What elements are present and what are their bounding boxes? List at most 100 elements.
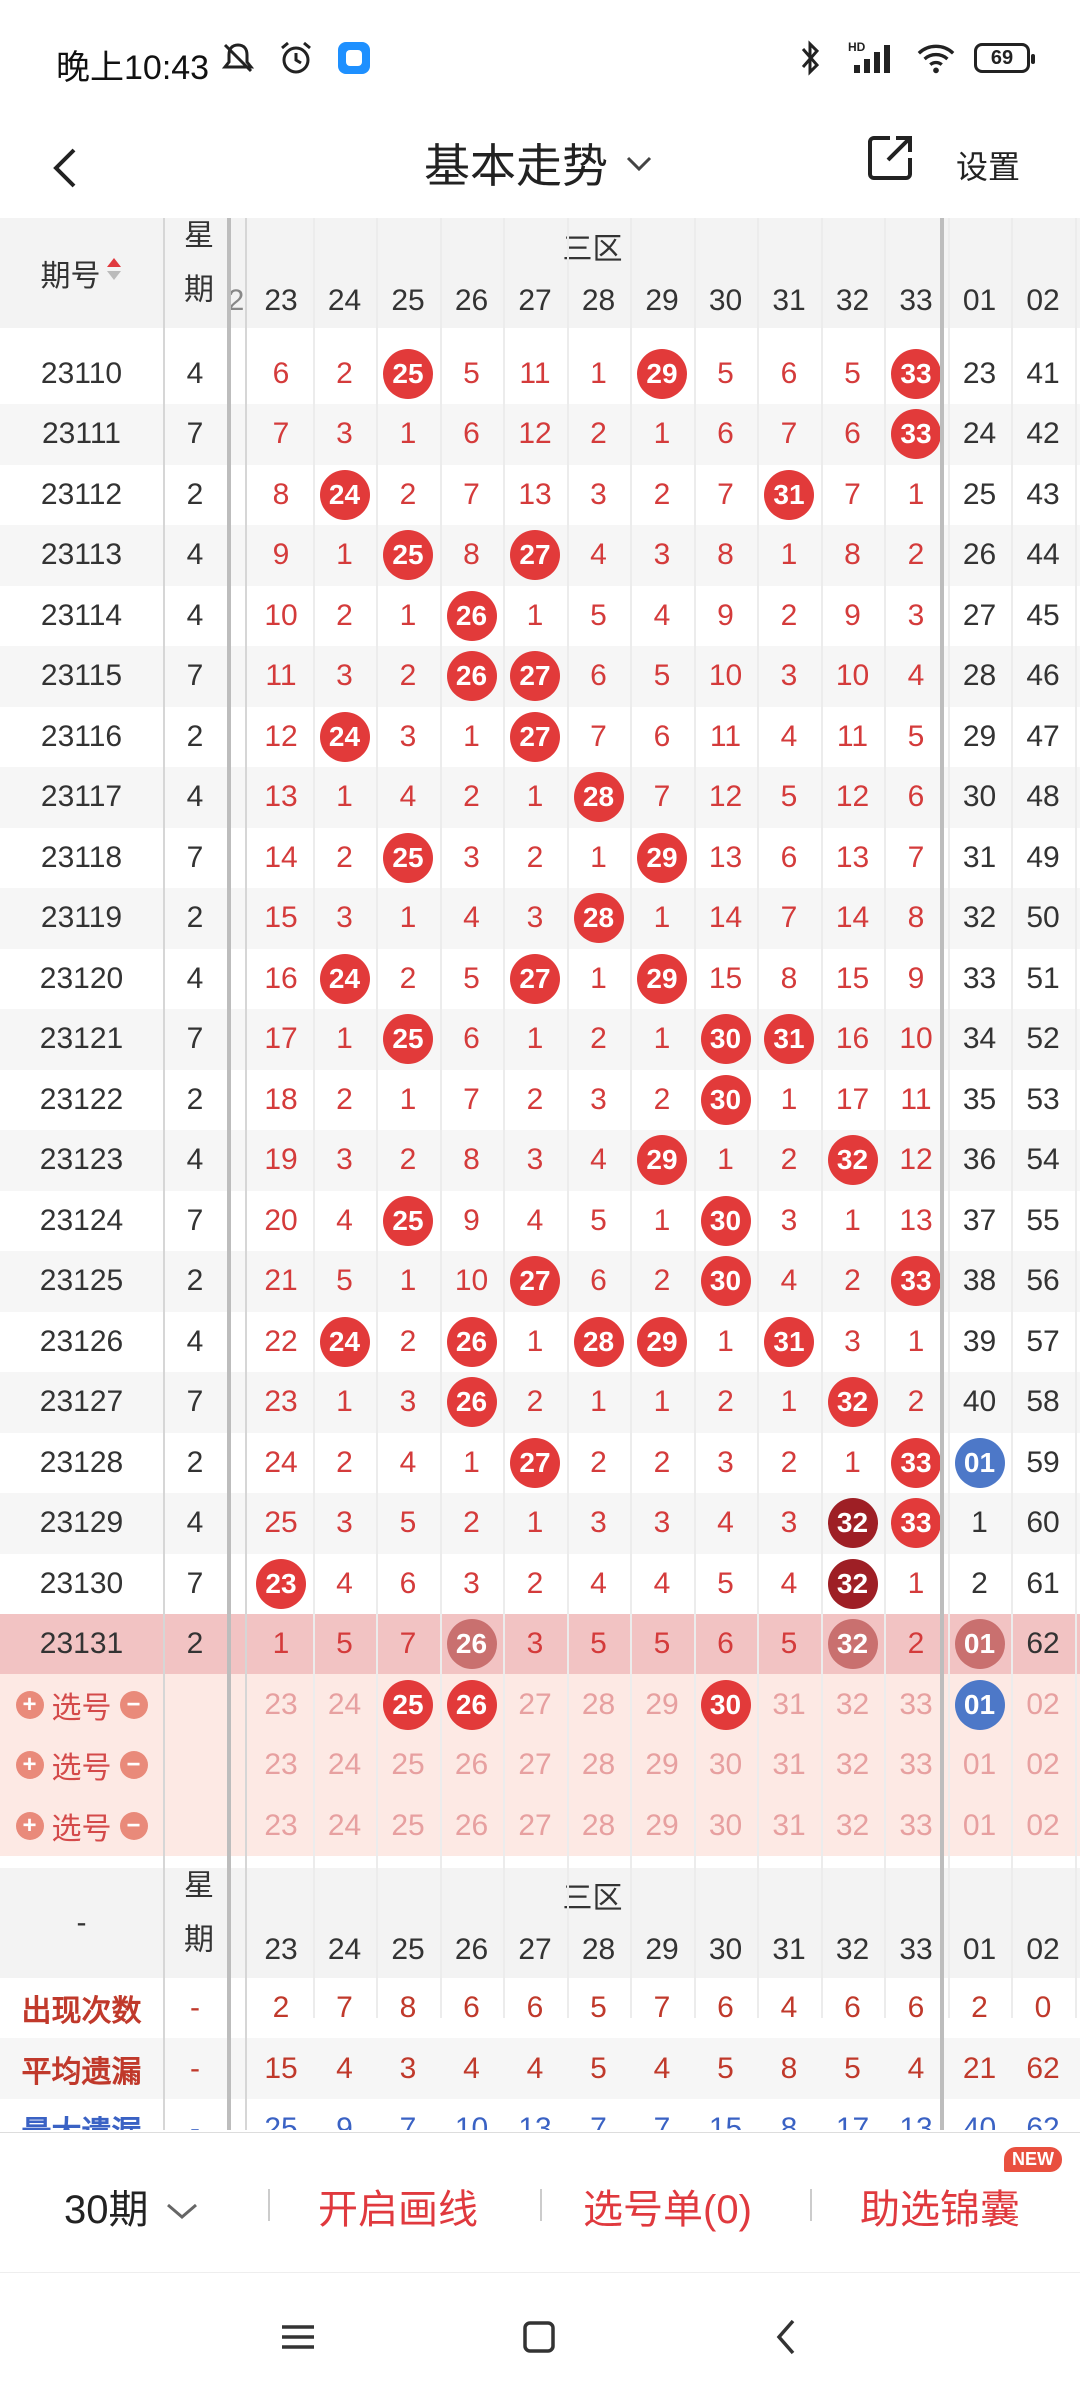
select-cell[interactable]: 30 <box>694 1795 757 1856</box>
miss-count: 4 <box>526 1203 544 1237</box>
weekday: 2 <box>186 901 204 934</box>
select-cell[interactable]: 33 <box>885 1735 948 1796</box>
back-nav-button[interactable] <box>757 2307 817 2367</box>
select-cell[interactable]: 31 <box>758 1674 821 1735</box>
miss-count: 2 <box>526 1566 544 1600</box>
select-cell[interactable]: 23 <box>250 1795 313 1856</box>
number-cell: 58 <box>1012 1372 1075 1433</box>
number-cell: 5 <box>440 343 503 404</box>
number-cell: 6 <box>440 404 503 465</box>
add-icon[interactable]: + <box>15 1751 44 1779</box>
miss-count: 4 <box>336 1566 353 1600</box>
select-cell[interactable]: 33 <box>885 1795 948 1856</box>
number-cell: 15 <box>694 948 757 1009</box>
table-row: 23130 7 23 4 6 3 2 4 4 5 4 32 1 2 61 <box>0 1553 1080 1614</box>
miss-count: 42 <box>1026 417 1060 450</box>
select-cell[interactable]: 02 <box>1012 1735 1075 1796</box>
select-cell[interactable]: 28 <box>567 1674 630 1735</box>
select-cell[interactable]: 32 <box>821 1674 884 1735</box>
stats-value: 8 <box>399 1991 417 2024</box>
select-number: 25 <box>391 1748 425 1781</box>
bottom-action-bar: 30期 开启画线 选号单(0) 助选锦囊 NEW <box>0 2132 1080 2273</box>
miss-count: 7 <box>717 477 734 511</box>
number-cell: 7 <box>250 404 313 465</box>
number-cell: 6 <box>567 646 630 707</box>
select-cell[interactable]: 31 <box>758 1795 821 1856</box>
select-cell[interactable]: 25 <box>377 1735 440 1796</box>
select-cell[interactable]: 27 <box>504 1735 567 1796</box>
select-cell[interactable]: 29 <box>631 1735 694 1796</box>
number-cell: 9 <box>694 585 757 646</box>
select-cell[interactable]: 24 <box>313 1674 376 1735</box>
select-cell[interactable]: 26 <box>440 1795 503 1856</box>
miss-count: 1 <box>653 1385 671 1418</box>
select-cell[interactable]: 23 <box>250 1674 313 1735</box>
weekday: 2 <box>186 477 204 511</box>
miss-count: 25 <box>264 1506 298 1539</box>
number-cell: 2 <box>758 1432 821 1493</box>
period-select[interactable]: 30期 <box>64 2177 200 2235</box>
draw-line-button[interactable]: 开启画线 <box>318 2177 478 2235</box>
select-cell[interactable]: 27 <box>504 1795 567 1856</box>
select-cell[interactable]: 29 <box>631 1674 694 1735</box>
stats-value: 4 <box>526 2051 544 2085</box>
miss-count: 1 <box>590 961 607 995</box>
select-cell[interactable]: 02 <box>1012 1795 1075 1856</box>
number-cell: 7 <box>694 464 757 525</box>
select-cell[interactable]: 01 <box>948 1674 1011 1735</box>
select-cell[interactable]: 01 <box>948 1795 1011 1856</box>
add-icon[interactable]: + <box>15 1811 44 1840</box>
table-row: 23115 7 11 3 2 26 27 6 5 10 3 10 4 28 46 <box>0 645 1080 707</box>
issue-sort-header[interactable]: 期号 <box>0 218 163 328</box>
number-cell: 46 <box>1012 646 1075 707</box>
select-cell[interactable]: 28 <box>567 1735 630 1796</box>
miss-count: 2 <box>971 1566 988 1600</box>
select-cell[interactable]: 33 <box>885 1674 948 1735</box>
select-cell[interactable]: 24 <box>313 1735 376 1796</box>
weekday: 7 <box>186 1566 204 1600</box>
number-cell: 2 <box>440 767 503 828</box>
remove-icon[interactable]: − <box>119 1690 148 1719</box>
pick-list-button[interactable]: 选号单(0) <box>583 2177 752 2235</box>
menu-nav-button[interactable] <box>268 2307 328 2367</box>
settings-button[interactable]: 设置 <box>956 142 1020 188</box>
select-cell[interactable]: 32 <box>821 1795 884 1856</box>
select-cell[interactable]: 25 <box>377 1795 440 1856</box>
issue-number: 23121 <box>39 1022 124 1055</box>
number-cell: 12 <box>504 404 567 465</box>
number-cell: 5 <box>313 1251 376 1312</box>
select-cell[interactable]: 32 <box>821 1735 884 1796</box>
helper-button[interactable]: 助选锦囊 <box>860 2177 1020 2235</box>
select-cell[interactable]: 30 <box>694 1674 757 1735</box>
signal-icon: HD <box>848 38 898 78</box>
remove-icon[interactable]: − <box>119 1751 148 1779</box>
week-header: 星期 <box>163 218 227 328</box>
remove-icon[interactable]: − <box>119 1811 148 1840</box>
select-cell[interactable]: 26 <box>440 1674 503 1735</box>
number-cell: 55 <box>1012 1190 1075 1251</box>
miss-count: 29 <box>962 719 997 753</box>
select-cell[interactable]: 30 <box>694 1735 757 1796</box>
number-cell: 8 <box>440 525 503 586</box>
select-cell[interactable]: 27 <box>504 1674 567 1735</box>
share-button[interactable] <box>862 130 918 186</box>
select-cell[interactable]: 29 <box>631 1795 694 1856</box>
miss-count: 4 <box>463 901 480 934</box>
select-cell[interactable]: 26 <box>440 1735 503 1796</box>
select-cell[interactable]: 25 <box>377 1674 440 1735</box>
select-cell[interactable]: 28 <box>567 1795 630 1856</box>
select-cell[interactable]: 31 <box>758 1735 821 1796</box>
select-cell[interactable]: 02 <box>1012 1674 1075 1735</box>
page-title[interactable]: 基本走势 <box>0 130 1080 196</box>
number-cell: 60 <box>1012 1493 1075 1554</box>
select-cell[interactable]: 24 <box>313 1795 376 1856</box>
add-icon[interactable]: + <box>15 1690 44 1719</box>
home-nav-button[interactable] <box>509 2307 569 2367</box>
number-cell: 5 <box>377 1493 440 1554</box>
select-cell[interactable]: 01 <box>948 1735 1011 1796</box>
column-header: 24 <box>327 283 362 317</box>
miss-count: 6 <box>907 780 925 813</box>
miss-count: 9 <box>463 1203 480 1237</box>
status-time: 晚上10:43 <box>56 49 210 87</box>
select-cell[interactable]: 23 <box>250 1735 313 1796</box>
